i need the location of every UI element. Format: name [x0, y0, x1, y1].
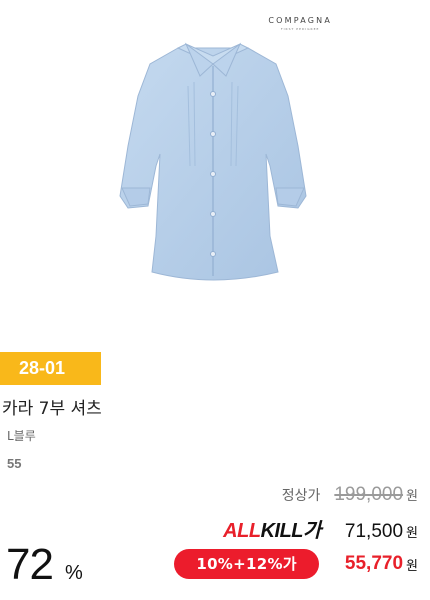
product-size: 55 [7, 456, 22, 471]
discount-rate: 72% [6, 540, 83, 590]
currency-label: 원 [406, 558, 418, 574]
discount-unit: % [64, 562, 83, 584]
coupon-badge: 10%+12%가 [174, 549, 319, 579]
final-price: 55,770 [344, 553, 404, 574]
regular-price: 199,000 [334, 484, 404, 505]
product-card[interactable]: COMPAGNA FIRST PEDIGREE 28-01 카라 7부 셔츠 L… [0, 0, 430, 600]
regular-price-label: 정상가 [281, 488, 321, 504]
currency-label: 원 [406, 489, 418, 504]
product-badge: 28-01 [0, 352, 101, 385]
currency-label: 원 [406, 526, 418, 541]
brand-logo: COMPAGNA FIRST PEDIGREE [268, 16, 332, 31]
product-name[interactable]: 카라 7부 셔츠 [2, 394, 102, 419]
product-color: L블루 [7, 429, 36, 443]
allkill-price-row: ALLKILL가 71,500 원 [223, 514, 418, 543]
allkill-price: 71,500 [344, 521, 404, 542]
brand-tagline: FIRST PEDIGREE [280, 27, 320, 31]
allkill-logo: ALLKILL가 [223, 520, 321, 542]
product-image[interactable]: COMPAGNA FIRST PEDIGREE [0, 0, 430, 345]
regular-price-row: 정상가 199,000 원 [282, 484, 418, 506]
shirt-image [119, 42, 307, 281]
brand-name: COMPAGNA [268, 16, 332, 25]
final-price-row: 10%+12%가 55,770 원 [174, 549, 418, 579]
discount-value: 72 [6, 540, 54, 589]
